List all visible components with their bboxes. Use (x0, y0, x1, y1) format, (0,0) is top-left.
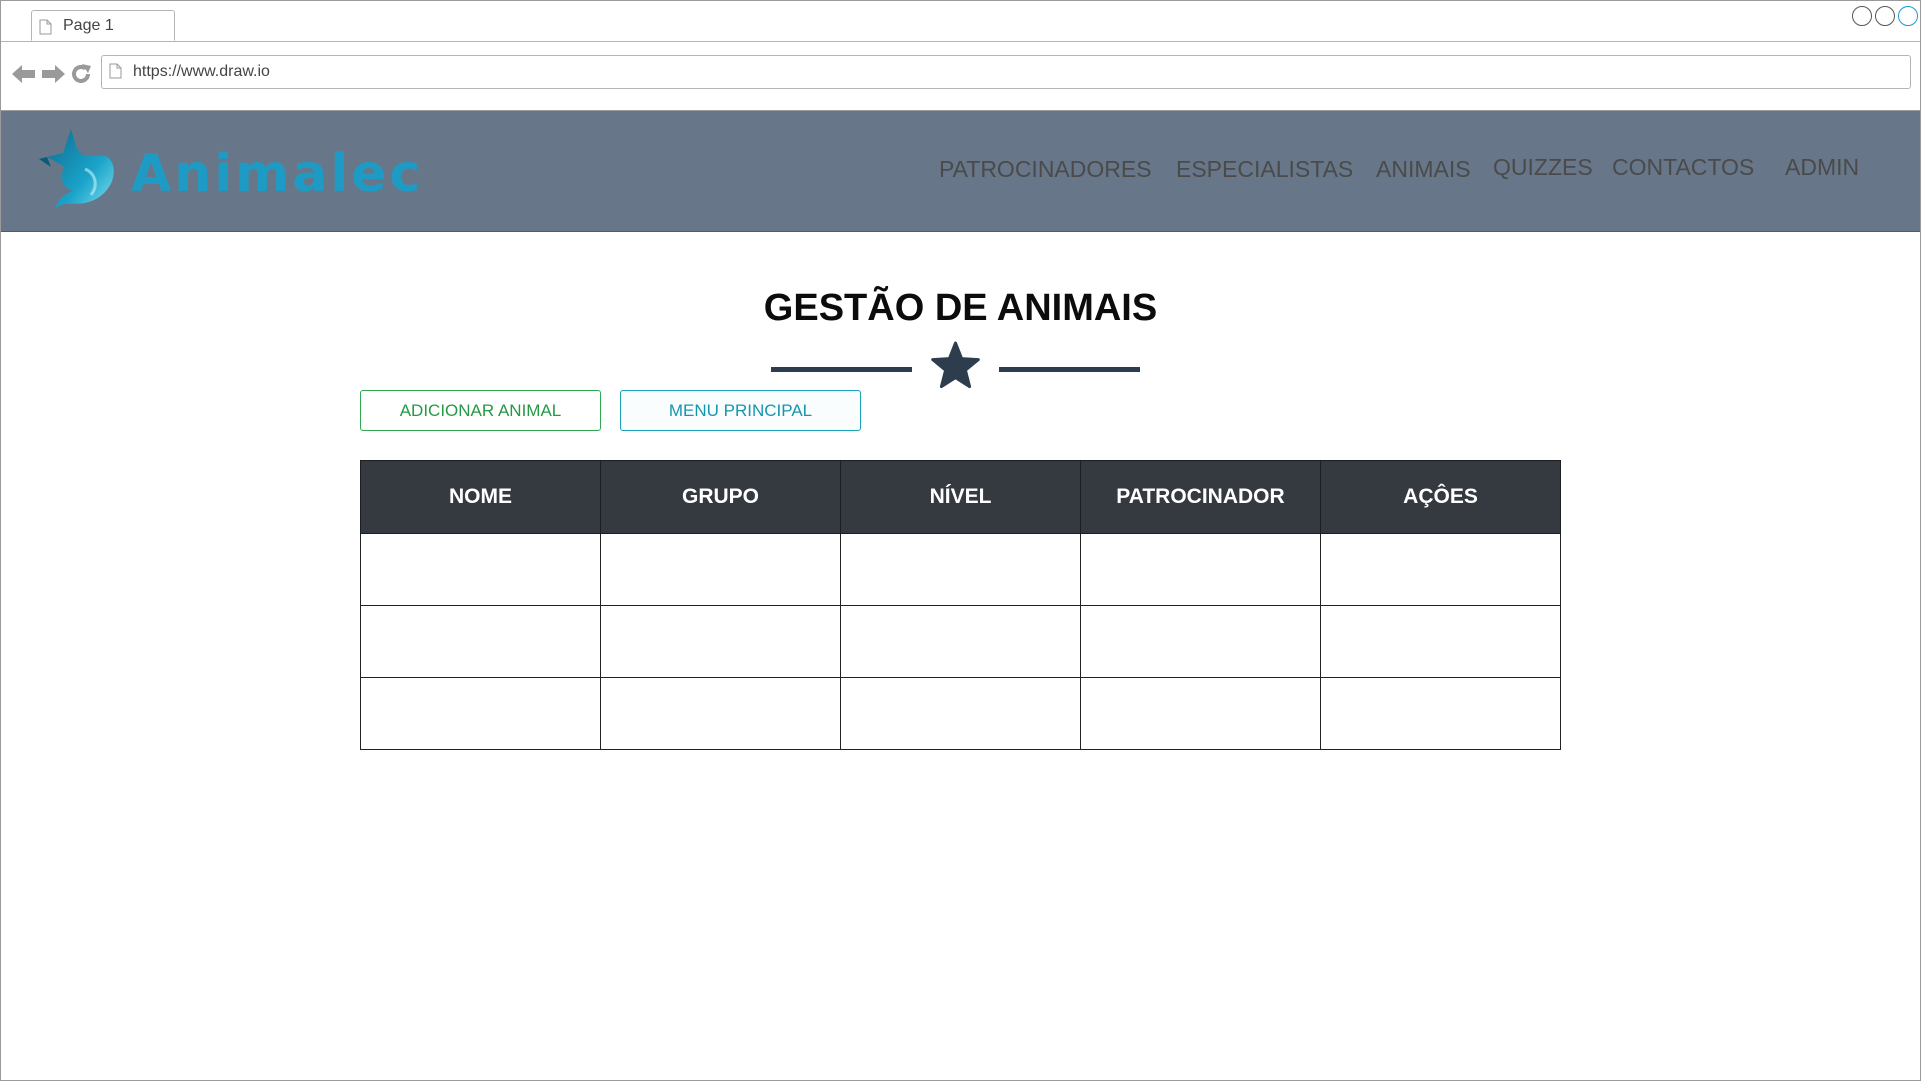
column-header-acoes[interactable]: AÇÔES (1320, 460, 1561, 534)
nav-link-especialistas[interactable]: ESPECIALISTAS (1176, 156, 1353, 183)
url-input[interactable]: https://www.draw.io (101, 55, 1911, 89)
page-title: GESTÃO DE ANIMAIS (763, 287, 1158, 329)
table-cell (360, 533, 601, 606)
fox-logo-icon (37, 129, 117, 216)
nav-link-animais[interactable]: ANIMAIS (1376, 156, 1471, 183)
url-text: https://www.draw.io (133, 63, 270, 80)
table-cell (840, 677, 1081, 750)
table-cell (360, 677, 601, 750)
maximize-button[interactable] (1875, 6, 1895, 26)
divider-line-left (771, 367, 912, 372)
table-cell (1080, 677, 1321, 750)
address-bar: https://www.draw.io (1, 42, 1920, 111)
table-cell (600, 605, 841, 678)
close-button[interactable] (1898, 6, 1918, 26)
browser-window: Page 1 https://www.draw.io Animalec PATR… (0, 0, 1921, 1081)
tab-strip: Page 1 (1, 1, 1920, 42)
column-header-patrocinador[interactable]: PATROCINADOR (1080, 460, 1321, 534)
nav-link-quizzes[interactable]: QUIZZES (1493, 154, 1593, 181)
add-animal-button[interactable]: ADICIONAR ANIMAL (360, 390, 601, 431)
column-header-nivel[interactable]: NÍVEL (840, 460, 1081, 534)
nav-link-contactos[interactable]: CONTACTOS (1612, 154, 1754, 181)
nav-link-admin[interactable]: ADMIN (1785, 154, 1859, 181)
back-arrow-icon[interactable] (11, 63, 37, 90)
table-cell (600, 677, 841, 750)
browser-tab[interactable]: Page 1 (31, 10, 175, 41)
nav-link-patrocinadores[interactable]: PATROCINADORES (939, 156, 1152, 183)
star-icon (930, 341, 981, 396)
table-cell (360, 605, 601, 678)
divider-line-right (999, 367, 1140, 372)
table-cell (1080, 533, 1321, 606)
main-menu-button[interactable]: MENU PRINCIPAL (620, 390, 861, 431)
table-row[interactable] (360, 605, 1561, 678)
site-header: Animalec PATROCINADORES ESPECIALISTAS AN… (1, 111, 1920, 232)
logo-text: Animalec (131, 143, 424, 204)
table-cell (1320, 605, 1561, 678)
window-controls (1852, 6, 1918, 26)
table-cell (1320, 533, 1561, 606)
table-row[interactable] (360, 677, 1561, 750)
tab-label: Page 1 (63, 17, 114, 34)
animals-table: NOME GRUPO NÍVEL PATROCINADOR AÇÔES (360, 460, 1561, 750)
table-cell (840, 533, 1081, 606)
refresh-icon[interactable] (69, 62, 93, 91)
nav-controls (11, 62, 93, 91)
table-cell (840, 605, 1081, 678)
logo[interactable]: Animalec (37, 129, 423, 216)
table-row[interactable] (360, 533, 1561, 606)
column-header-grupo[interactable]: GRUPO (600, 460, 841, 534)
column-header-nome[interactable]: NOME (360, 460, 601, 534)
forward-arrow-icon[interactable] (40, 63, 66, 90)
table-cell (1320, 677, 1561, 750)
page-icon (39, 19, 52, 40)
table-cell (1080, 605, 1321, 678)
page-icon (109, 63, 122, 84)
minimize-button[interactable] (1852, 6, 1872, 26)
table-cell (600, 533, 841, 606)
table-header-row: NOME GRUPO NÍVEL PATROCINADOR AÇÔES (360, 460, 1561, 534)
